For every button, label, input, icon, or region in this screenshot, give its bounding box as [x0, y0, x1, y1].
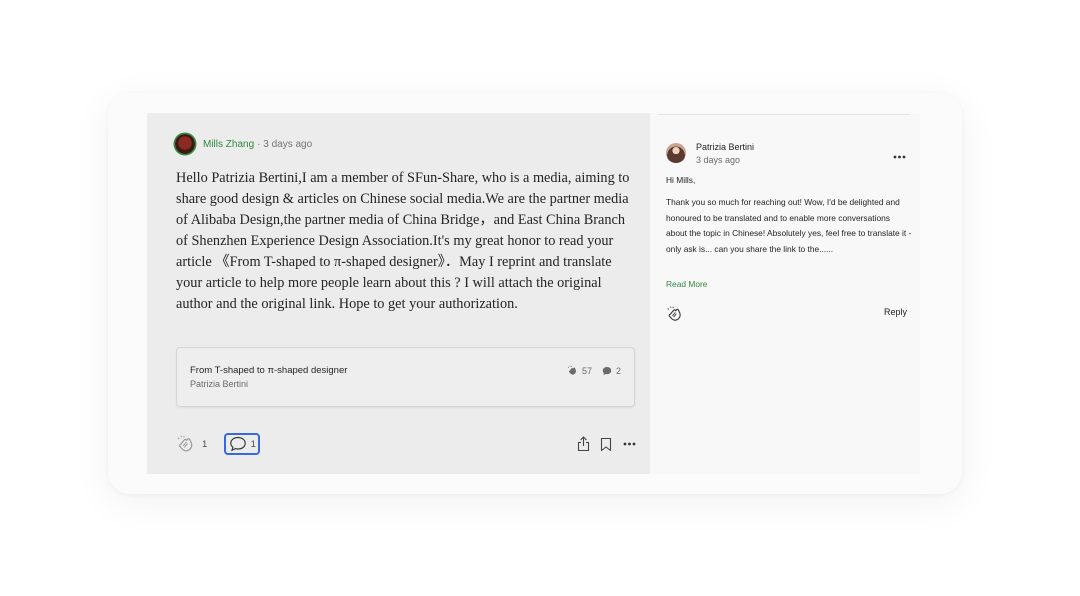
reply-more-button[interactable] [892, 148, 906, 166]
page: Mills Zhang · 3 days ago Hello Patrizia … [0, 0, 1080, 596]
comment-actions-right [567, 434, 636, 454]
article-clap-count: 57 [581, 365, 592, 376]
reply-clap-button[interactable] [666, 305, 684, 326]
comment-timestamp: · 3 days ago [257, 138, 313, 150]
clap-icon [667, 306, 681, 321]
article-author: Patrizia Bertini [190, 379, 249, 389]
clap-count: 1 [202, 438, 208, 450]
more-button[interactable] [622, 435, 636, 453]
reply-text: Thank you so much for reaching out! Wow,… [666, 196, 912, 255]
reply-timestamp: 3 days ago [696, 155, 741, 165]
reply-button[interactable]: Reply [884, 307, 907, 317]
read-more-link[interactable]: Read More [666, 279, 707, 289]
more-icon [893, 155, 905, 159]
article-response-count: 2 [615, 365, 621, 376]
bookmark-button[interactable] [599, 435, 613, 453]
comment-author-name[interactable]: Mills Zhang [203, 139, 254, 150]
article-title: From T-shaped to π-shaped designer [190, 365, 348, 376]
share-icon [577, 436, 589, 452]
speech-bubble-icon [229, 436, 246, 452]
reply-author-meta: Patrizia Bertini 3 days ago [696, 141, 754, 167]
clap-icon[interactable] [176, 434, 196, 454]
share-button[interactable] [576, 435, 590, 453]
avatar[interactable] [666, 143, 686, 163]
bookmark-icon [600, 437, 612, 451]
divider [658, 114, 910, 115]
comment-actions-left: 1 1 [176, 432, 261, 456]
comment-author-row: Mills Zhang · 3 days ago [175, 132, 312, 156]
comment-text: Hello Patrizia Bertini,I am a member of … [176, 170, 630, 312]
response-count: 1 [250, 438, 256, 450]
reply-body: Hi Mills, Thank you so much for reaching… [666, 173, 912, 258]
comment-panel: Mills Zhang · 3 days ago Hello Patrizia … [147, 113, 650, 474]
speech-bubble-icon [602, 366, 612, 375]
reply-author-name[interactable]: Patrizia Bertini [696, 141, 754, 153]
responses-button[interactable]: 1 [224, 433, 261, 455]
reply-panel: Patrizia Bertini 3 days ago Hi Mills, Th… [650, 113, 920, 474]
clap-icon [567, 365, 576, 375]
reply-author-row: Patrizia Bertini 3 days ago [666, 141, 754, 167]
more-icon [623, 442, 635, 446]
avatar[interactable] [175, 134, 195, 154]
reply-greeting: Hi Mills, [666, 175, 696, 185]
article-preview-card[interactable]: From T-shaped to π-shaped designer Patri… [176, 347, 635, 407]
article-stats: 57 2 [567, 365, 621, 376]
